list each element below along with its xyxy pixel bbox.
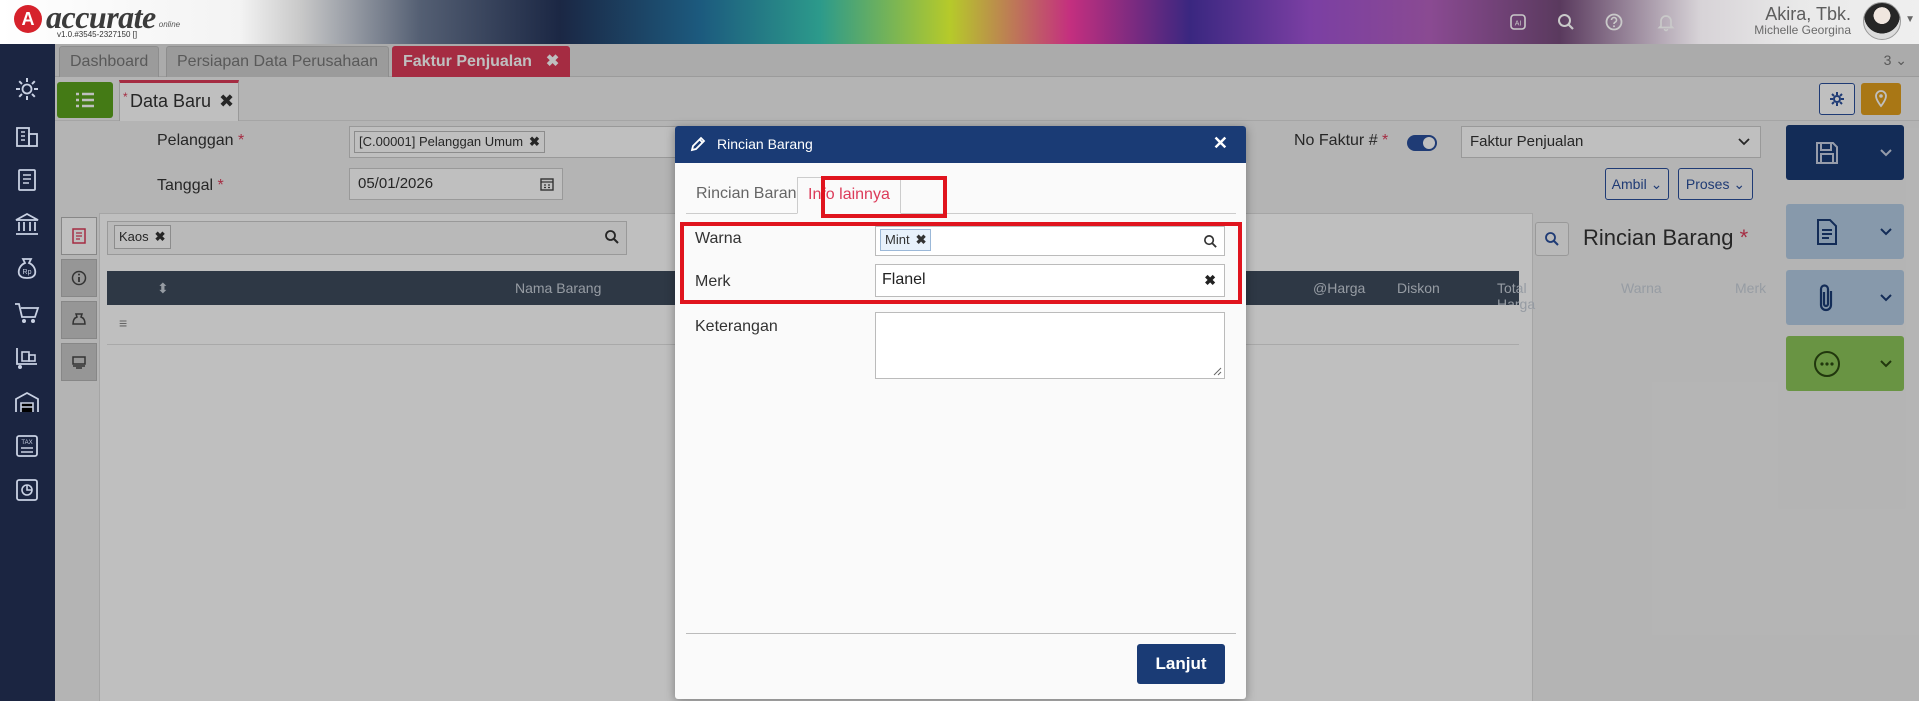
svg-text:AI: AI — [1515, 21, 1522, 28]
money-bag-icon[interactable]: Rp — [13, 254, 41, 282]
warna-label: Warna — [695, 230, 742, 247]
logo-wordmark: accurate — [46, 0, 156, 35]
logo-online-label: online — [158, 20, 181, 29]
merk-label: Merk — [695, 273, 731, 290]
rincian-barang-dialog: Rincian Barang ✕ Rincian Barang Info lai… — [675, 126, 1246, 699]
cart-icon[interactable] — [13, 299, 41, 327]
settings-icon[interactable] — [13, 75, 41, 103]
company-name: Akira, Tbk. — [1765, 4, 1851, 24]
dialog-header: Rincian Barang ✕ — [675, 126, 1246, 163]
svg-text:Rp: Rp — [23, 269, 32, 276]
close-icon[interactable]: ✕ — [1213, 133, 1228, 154]
resize-handle-icon — [1213, 367, 1222, 376]
keterangan-textarea[interactable] — [875, 312, 1225, 379]
svg-text:TAX: TAX — [21, 440, 32, 446]
tax-icon[interactable]: TAX — [13, 432, 41, 460]
search-icon[interactable] — [1552, 8, 1580, 36]
help-icon[interactable] — [1600, 8, 1628, 36]
logo-badge: A — [14, 5, 42, 33]
dialog-title: Rincian Barang — [717, 136, 813, 152]
warna-field[interactable]: Mint ✖ — [875, 226, 1225, 256]
warehouse-icon[interactable] — [13, 388, 41, 416]
warna-chip-mint: Mint ✖ — [880, 229, 932, 251]
building-icon[interactable] — [13, 122, 41, 150]
sidebar: Rp TAX — [0, 44, 55, 701]
chevron-down-icon[interactable]: ▼ — [1905, 14, 1915, 25]
book-icon[interactable] — [13, 166, 41, 194]
tab-rincian-barang[interactable]: Rincian Barang — [686, 177, 815, 214]
clear-icon[interactable]: ✖ — [1204, 272, 1216, 289]
merk-value: Flanel — [882, 271, 926, 288]
version-label: v1.0.#3545-2327150 [] — [57, 30, 138, 39]
avatar[interactable] — [1863, 2, 1901, 40]
keterangan-label: Keterangan — [695, 318, 778, 335]
user-name: Michelle Georgina — [1754, 23, 1851, 37]
dialog-footer-divider — [686, 633, 1236, 634]
bank-icon[interactable] — [13, 210, 41, 238]
search-icon — [1204, 235, 1217, 248]
merk-field[interactable]: Flanel ✖ — [875, 264, 1225, 297]
bell-icon[interactable] — [1652, 8, 1680, 36]
trolley-icon[interactable] — [13, 344, 41, 372]
top-bar: A accurate online v1.0.#3545-2327150 [] … — [0, 0, 1919, 44]
info-tab-highlight — [821, 176, 947, 218]
ai-icon[interactable]: AI — [1504, 8, 1532, 36]
pencil-icon — [690, 136, 706, 152]
report-icon[interactable] — [13, 476, 41, 504]
remove-icon[interactable]: ✖ — [916, 232, 927, 247]
lanjut-button[interactable]: Lanjut — [1137, 644, 1225, 684]
dialog-tabs: Rincian Barang Info lainnya — [686, 177, 1236, 214]
user-info[interactable]: Akira, Tbk. Michelle Georgina — [1754, 4, 1851, 37]
